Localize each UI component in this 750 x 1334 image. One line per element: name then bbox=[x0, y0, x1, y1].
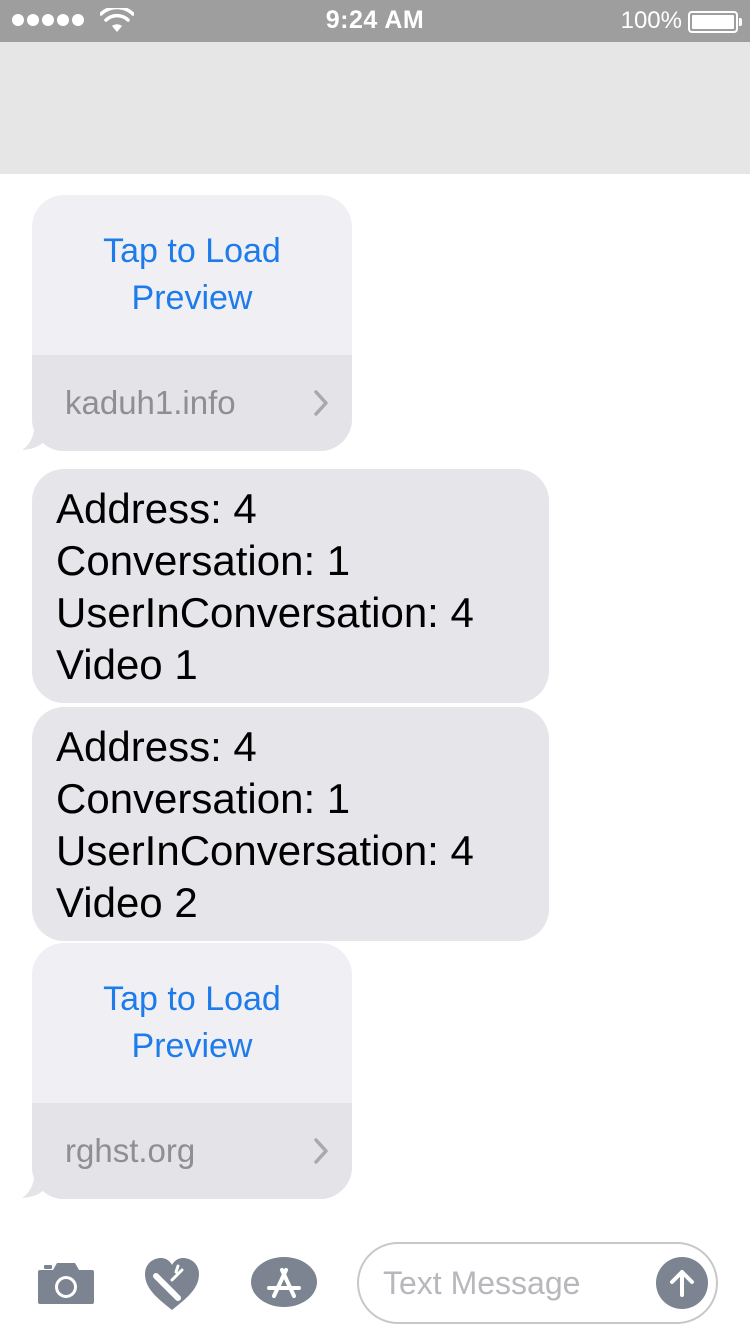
message-line: Video 2 bbox=[56, 879, 198, 926]
chevron-right-icon bbox=[314, 1138, 328, 1164]
link-domain: rghst.org bbox=[65, 1132, 196, 1169]
text-message-input[interactable] bbox=[383, 1258, 653, 1308]
message-bubble[interactable]: Address: 4 Conversation: 1 UserInConvers… bbox=[32, 707, 549, 941]
link-footer[interactable]: rghst.org bbox=[32, 1103, 352, 1199]
tap-to-load-preview[interactable]: Tap to Load Preview bbox=[32, 943, 352, 1103]
message-bubble[interactable]: Address: 4 Conversation: 1 UserInConvers… bbox=[32, 469, 549, 703]
message-line: Address: 4 bbox=[56, 723, 257, 770]
arrow-up-icon bbox=[670, 1270, 694, 1297]
link-preview-bubble[interactable]: Tap to Load Preview kaduh1.info bbox=[32, 195, 352, 451]
conversation-header bbox=[0, 42, 750, 174]
message-line: Conversation: 1 bbox=[56, 775, 351, 822]
status-bar: 9:24 AM 100% bbox=[0, 0, 750, 42]
message-line: Address: 4 bbox=[56, 485, 257, 532]
message-line: UserInConversation: 4 bbox=[56, 589, 474, 636]
app-store-icon[interactable] bbox=[250, 1256, 318, 1308]
battery-icon bbox=[688, 11, 742, 33]
send-button[interactable] bbox=[656, 1257, 708, 1309]
link-footer[interactable]: kaduh1.info bbox=[32, 355, 352, 451]
link-preview-bubble[interactable]: Tap to Load Preview rghst.org bbox=[32, 943, 352, 1199]
message-input-bar bbox=[0, 1226, 750, 1334]
camera-icon[interactable] bbox=[36, 1260, 96, 1306]
message-line: Conversation: 1 bbox=[56, 537, 351, 584]
tap-to-load-preview[interactable]: Tap to Load Preview bbox=[32, 195, 352, 355]
messages-screen: 9:24 AM 100% Tap to Load Preview kaduh1.… bbox=[0, 0, 750, 1334]
link-domain: kaduh1.info bbox=[65, 384, 236, 421]
message-line: Video 1 bbox=[56, 641, 198, 688]
message-text-field[interactable] bbox=[357, 1242, 718, 1324]
battery-percent: 100% bbox=[620, 7, 682, 34]
chevron-right-icon bbox=[314, 390, 328, 416]
digital-touch-icon[interactable] bbox=[142, 1256, 202, 1312]
message-line: UserInConversation: 4 bbox=[56, 827, 474, 874]
